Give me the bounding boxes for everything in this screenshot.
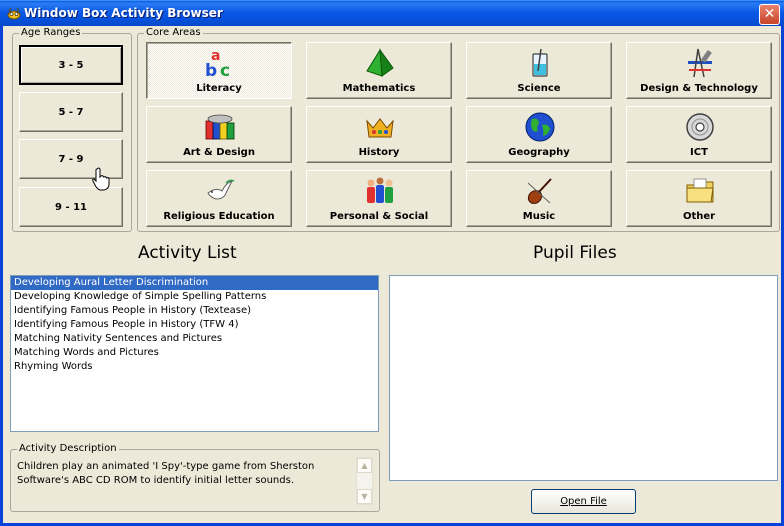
abc-blocks-icon: a b c [205,48,230,79]
beaker-icon [532,48,548,77]
svg-text:c: c [220,61,230,79]
core-button-ict[interactable]: ICT [626,106,772,163]
app-icon [7,7,21,20]
activity-description-group: Activity Description Children play an an… [10,443,380,512]
core-button-art-design[interactable]: Art & Design [146,106,292,163]
core-button-label: Personal & Social [329,211,429,222]
age-button-label: 5 - 7 [58,106,84,118]
core-button-design-technology[interactable]: Design & Technology [626,42,772,99]
core-button-geography[interactable]: Geography [466,106,612,163]
age-ranges-group: Age Ranges 3 - 5 5 - 7 7 - 9 9 - 11 [12,27,132,232]
core-button-mathematics[interactable]: Mathematics [306,42,452,99]
close-button[interactable]: ✕ [759,4,780,25]
list-item[interactable]: Identifying Famous People in History (Te… [11,304,378,318]
drafting-tools-icon [688,48,712,78]
activity-description-text: Children play an animated 'I Spy'-type g… [17,461,315,486]
globe-icon [525,112,555,142]
core-button-literacy[interactable]: a b c Literacy [146,42,292,99]
age-button-3-5[interactable]: 3 - 5 [19,45,123,85]
pupil-files-list[interactable] [389,275,778,481]
core-button-label: Art & Design [183,147,255,158]
list-item[interactable]: Developing Aural Letter Discrimination [11,276,378,290]
core-button-label: ICT [690,147,708,158]
description-scrollbar[interactable]: ▲ ▼ [356,457,373,505]
core-button-label: Mathematics [342,83,416,94]
folder-icon [686,178,714,203]
core-button-label: Music [522,211,556,222]
open-file-label: Open File [560,496,607,507]
list-item[interactable]: Matching Nativity Sentences and Pictures [11,332,378,346]
core-button-science[interactable]: Science [466,42,612,99]
dove-icon [207,179,235,200]
activity-description-label: Activity Description [17,443,119,454]
core-areas-label: Core Areas [144,27,203,38]
activity-list[interactable]: Developing Aural Letter Discrimination D… [10,275,379,432]
app-window: Window Box Activity Browser ✕ Age Ranges… [0,0,784,526]
core-button-label: Design & Technology [640,83,758,94]
paint-pots-icon [205,114,235,140]
list-item[interactable]: Identifying Famous People in History (TF… [11,318,378,332]
age-button-label: 9 - 11 [55,201,87,213]
core-button-label: Geography [508,147,570,158]
age-ranges-label: Age Ranges [19,27,83,38]
list-item[interactable]: Matching Words and Pictures [11,346,378,360]
core-button-history[interactable]: History [306,106,452,163]
core-button-other[interactable]: Other [626,170,772,227]
activity-list-heading: Activity List [138,243,237,263]
age-button-label: 3 - 5 [58,59,84,71]
core-button-personal-social[interactable]: Personal & Social [306,170,452,227]
scroll-up-icon[interactable]: ▲ [357,458,372,473]
core-button-label: History [358,147,400,158]
core-areas-group: Core Areas a b c Literacy Mathematics Sc… [137,27,780,232]
title-bar[interactable]: Window Box Activity Browser ✕ [0,0,784,26]
list-item[interactable]: Rhyming Words [11,360,378,374]
close-icon: ✕ [763,6,776,22]
list-item[interactable]: Developing Knowledge of Simple Spelling … [11,290,378,304]
core-button-music[interactable]: Music [466,170,612,227]
core-button-label: Science [517,83,561,94]
svg-text:b: b [205,61,217,79]
core-button-label: Other [682,211,716,222]
open-file-button[interactable]: Open File [531,489,636,514]
core-button-religious-education[interactable]: Religious Education [146,170,292,227]
core-button-label: Literacy [196,83,242,94]
cd-rom-icon [686,113,714,141]
age-button-5-7[interactable]: 5 - 7 [19,92,123,132]
pyramid-icon [366,48,394,77]
hand-cursor-icon [92,167,110,191]
age-button-label: 7 - 9 [58,153,84,165]
crown-icon [366,118,394,138]
core-button-label: Religious Education [163,211,275,222]
window-title: Window Box Activity Browser [24,6,223,20]
violin-icon [527,178,552,204]
scroll-down-icon[interactable]: ▼ [357,489,372,504]
people-icon [367,177,393,203]
age-button-9-11[interactable]: 9 - 11 [19,187,123,227]
pupil-files-heading: Pupil Files [533,243,617,263]
